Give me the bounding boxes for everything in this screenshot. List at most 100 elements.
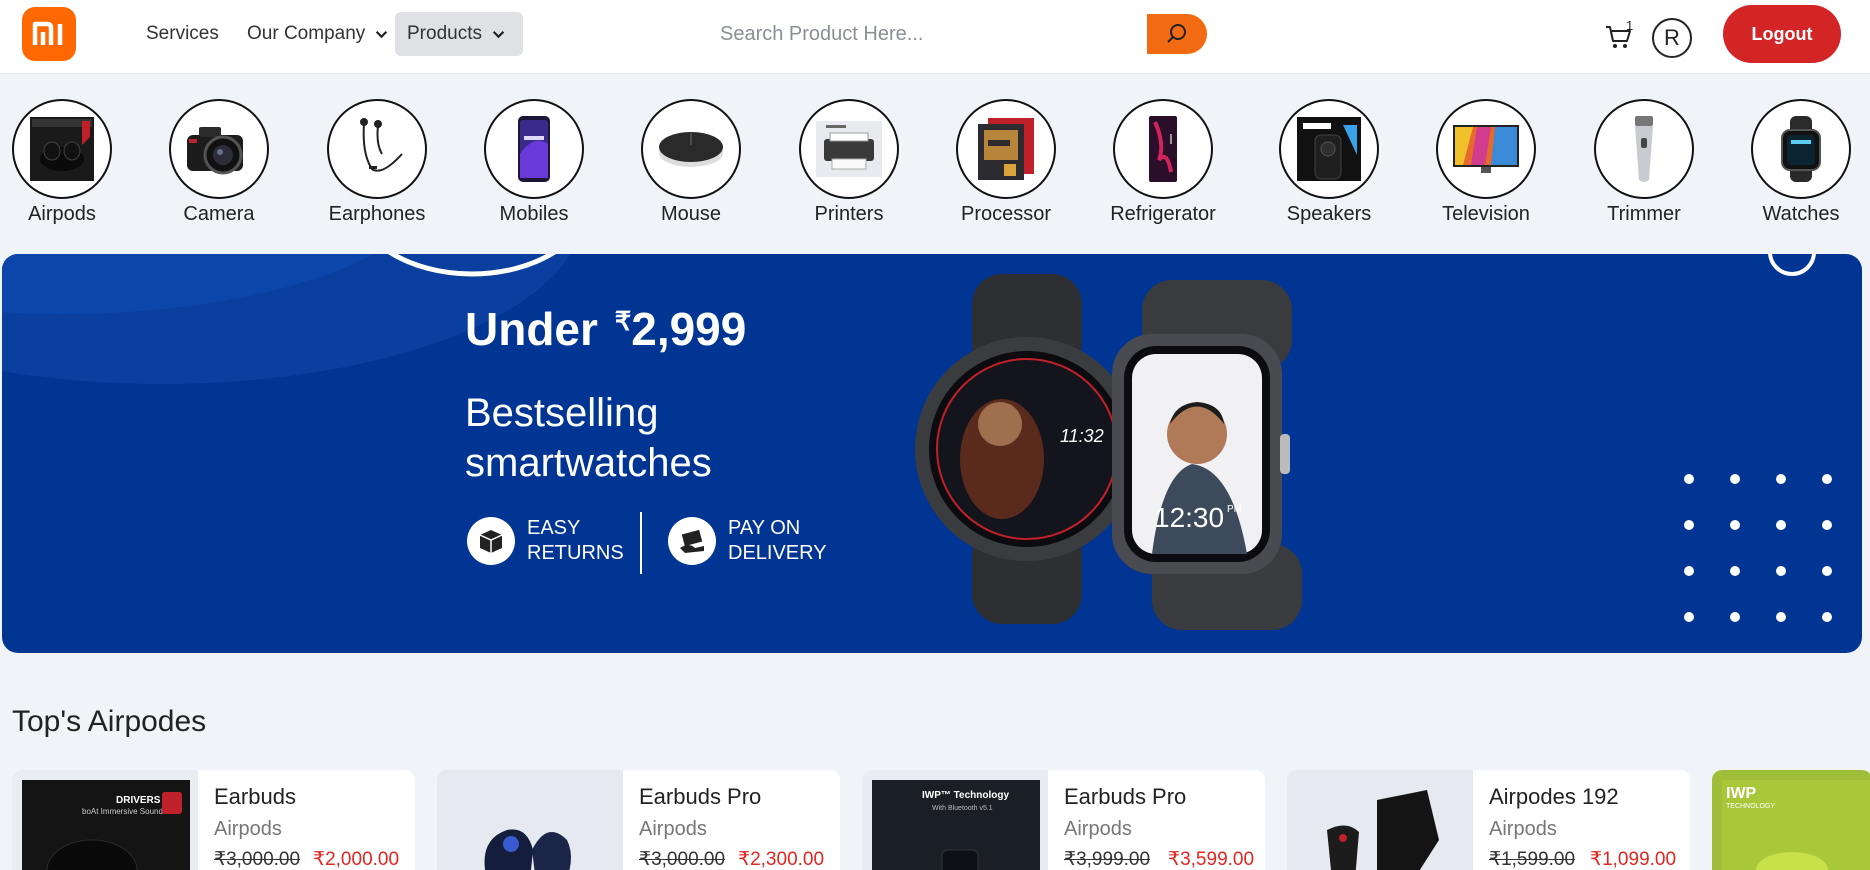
category-earphones[interactable]: Earphones xyxy=(297,99,457,229)
category-label: Watches xyxy=(1762,203,1840,225)
category-mouse[interactable]: Mouse xyxy=(611,99,771,229)
refrigerator-thumbnail xyxy=(1113,99,1213,199)
category-label: Earphones xyxy=(328,203,426,225)
nav-services-label: Services xyxy=(146,23,219,44)
airpods-icon xyxy=(30,117,94,181)
product-card[interactable]: Airpodes 192 Airpods ₹1,599.00 ₹1,099.00 xyxy=(1287,770,1690,870)
product-old-price: ₹1,599.00 xyxy=(1489,849,1576,870)
search-button[interactable] xyxy=(1147,14,1207,54)
product-category: Airpods xyxy=(1489,818,1557,840)
product-image-text: IWP™ Technology xyxy=(922,790,1009,801)
banner-subtitle: Bestselling smartwatches xyxy=(465,391,712,485)
speakers-thumbnail xyxy=(1279,99,1379,199)
product-card[interactable]: IWP TECHNOLOGY xyxy=(1712,770,1870,870)
category-label: Refrigerator xyxy=(1110,203,1216,225)
product-image-text: DRIVERS xyxy=(116,795,161,806)
category-camera[interactable]: Camera xyxy=(139,99,299,229)
television-thumbnail xyxy=(1436,99,1536,199)
product-image-subtext: With Bluetooth v5.1 xyxy=(932,805,993,812)
top-navbar: Services Our Company Products 1 R Logout xyxy=(0,0,1870,74)
category-label: Speakers xyxy=(1286,203,1372,225)
earphones-thumbnail xyxy=(327,99,427,199)
mi-logo[interactable] xyxy=(22,7,76,61)
product-old-price: ₹3,000.00 xyxy=(214,849,301,870)
product-name: Earbuds Pro xyxy=(639,784,762,809)
mouse-thumbnail xyxy=(641,99,741,199)
product-price: ₹2,000.00 xyxy=(313,849,400,870)
category-refrigerator[interactable]: Refrigerator xyxy=(1083,99,1243,229)
speaker-icon xyxy=(1297,117,1361,181)
product-card[interactable]: IWP™ Technology With Bluetooth v5.1 Earb… xyxy=(862,770,1265,870)
category-label: Processor xyxy=(960,203,1052,225)
product-image-text: IWP xyxy=(1726,785,1757,802)
trimmer-icon xyxy=(1635,116,1653,182)
feature-easy-returns-label: EASY RETURNS xyxy=(527,517,624,564)
smartwatches-image: 11:32 12:30 PM xyxy=(915,274,1302,630)
returns-box-icon xyxy=(467,517,515,565)
search-input[interactable] xyxy=(700,14,1150,54)
category-mobiles[interactable]: Mobiles xyxy=(454,99,614,229)
trimmer-thumbnail xyxy=(1594,99,1694,199)
category-trimmer[interactable]: Trimmer xyxy=(1564,99,1724,229)
category-printers[interactable]: Printers xyxy=(769,99,929,229)
camera-thumbnail xyxy=(169,99,269,199)
user-avatar[interactable]: R xyxy=(1652,18,1692,58)
product-image: DRIVERS boAt Immersive Sound xyxy=(12,770,198,870)
product-image-subtext: boAt Immersive Sound xyxy=(82,807,163,816)
category-speakers[interactable]: Speakers xyxy=(1249,99,1409,229)
feature-pay-on-delivery-label: PAY ON DELIVERY xyxy=(728,517,827,564)
banner-title: Under ₹2,999 xyxy=(465,302,746,356)
square-watch-time: 12:30 xyxy=(1154,502,1224,533)
category-label: Television xyxy=(1442,203,1530,225)
nav-services[interactable]: Services xyxy=(134,12,231,56)
square-watch-ampm: PM xyxy=(1227,504,1242,515)
product-image: IWP TECHNOLOGY xyxy=(1712,770,1870,870)
banner-price: 2,999 xyxy=(631,303,747,355)
nav-products-label: Products xyxy=(407,23,482,44)
product-price: ₹3,599.00 xyxy=(1168,849,1255,870)
product-category: Airpods xyxy=(1064,818,1132,840)
banner-currency: ₹ xyxy=(614,306,632,336)
processor-thumbnail xyxy=(956,99,1056,199)
camera-icon xyxy=(187,127,243,175)
category-television[interactable]: Television xyxy=(1406,99,1566,229)
banner-title-prefix: Under xyxy=(465,303,598,355)
watches-thumbnail xyxy=(1751,99,1851,199)
product-name: Earbuds xyxy=(214,784,296,809)
cash-hand-icon xyxy=(668,517,716,565)
product-image xyxy=(1287,770,1473,870)
promo-banner[interactable]: Under ₹2,999 Bestselling smartwatches EA… xyxy=(2,254,1862,653)
category-processor[interactable]: Processor xyxy=(926,99,1086,229)
cart-count-badge: 1 xyxy=(1626,18,1634,33)
product-category: Airpods xyxy=(214,818,282,840)
product-price: ₹1,099.00 xyxy=(1590,849,1677,870)
product-old-price: ₹3,999.00 xyxy=(1064,849,1151,870)
product-card[interactable]: DRIVERS boAt Immersive Sound Earbuds Air… xyxy=(12,770,415,870)
feature-divider xyxy=(640,512,642,574)
product-image xyxy=(437,770,623,870)
category-label: Mobiles xyxy=(499,203,569,225)
chevron-down-icon xyxy=(376,30,388,38)
nav-products-dropdown[interactable]: Products xyxy=(395,12,523,56)
section-title: Top's Airpodes xyxy=(12,705,207,738)
category-airpods[interactable]: Airpods xyxy=(0,99,142,229)
product-category: Airpods xyxy=(639,818,707,840)
feature-pay-on-delivery: PAY ON DELIVERY xyxy=(668,516,848,566)
product-name: Earbuds Pro xyxy=(1064,784,1187,809)
mobile-icon xyxy=(518,116,550,182)
earphones-icon xyxy=(360,118,403,172)
category-label: Airpods xyxy=(28,203,96,225)
category-label: Mouse xyxy=(660,203,722,225)
product-card[interactable]: Earbuds Pro Airpods ₹3,000.00 ₹2,300.00 xyxy=(437,770,840,870)
feature-easy-returns: EASY RETURNS xyxy=(467,516,637,566)
category-label: Printers xyxy=(814,203,884,225)
logout-button[interactable]: Logout xyxy=(1723,5,1841,63)
printers-thumbnail xyxy=(799,99,899,199)
product-image: IWP™ Technology With Bluetooth v5.1 xyxy=(862,770,1048,870)
category-watches[interactable]: Watches xyxy=(1721,99,1870,229)
mobiles-thumbnail xyxy=(484,99,584,199)
mi-logo-icon xyxy=(32,21,63,45)
television-icon xyxy=(1453,125,1519,173)
nav-our-company-dropdown[interactable]: Our Company xyxy=(235,12,400,56)
round-watch-time: 11:32 xyxy=(1060,426,1104,446)
